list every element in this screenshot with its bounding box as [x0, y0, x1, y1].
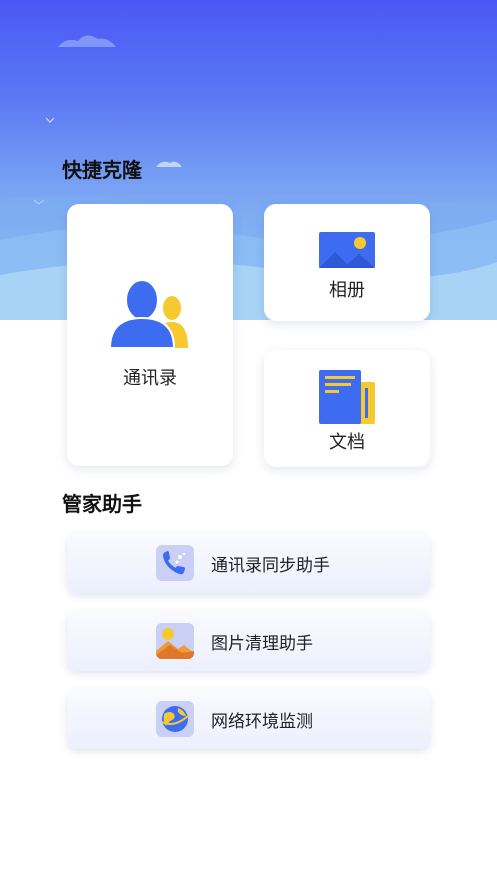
album-icon — [319, 231, 375, 268]
helper-label: 网络环境监测 — [211, 711, 313, 732]
phone-sync-icon — [156, 545, 194, 581]
image-clean-helper-button[interactable]: 图片清理助手 — [67, 611, 430, 671]
contacts-icon — [110, 280, 188, 349]
contact-sync-helper-button[interactable]: 通讯录同步助手 — [67, 533, 430, 593]
globe-network-icon — [156, 701, 194, 737]
helper-label: 图片清理助手 — [211, 633, 313, 654]
docs-icon — [319, 369, 375, 424]
helper-label: 通讯录同步助手 — [211, 555, 330, 576]
contacts-card[interactable]: 通讯录 — [67, 204, 233, 466]
album-card[interactable]: 相册 — [264, 204, 430, 321]
contacts-label: 通讯录 — [123, 368, 177, 389]
image-clean-icon — [156, 623, 194, 659]
docs-label: 文档 — [329, 431, 365, 453]
network-monitor-helper-button[interactable]: 网络环境监测 — [67, 689, 430, 749]
quick-clone-title: 快捷克隆 — [62, 158, 142, 182]
album-label: 相册 — [329, 279, 365, 301]
butler-title: 管家助手 — [62, 492, 142, 516]
docs-card[interactable]: 文档 — [264, 350, 430, 467]
